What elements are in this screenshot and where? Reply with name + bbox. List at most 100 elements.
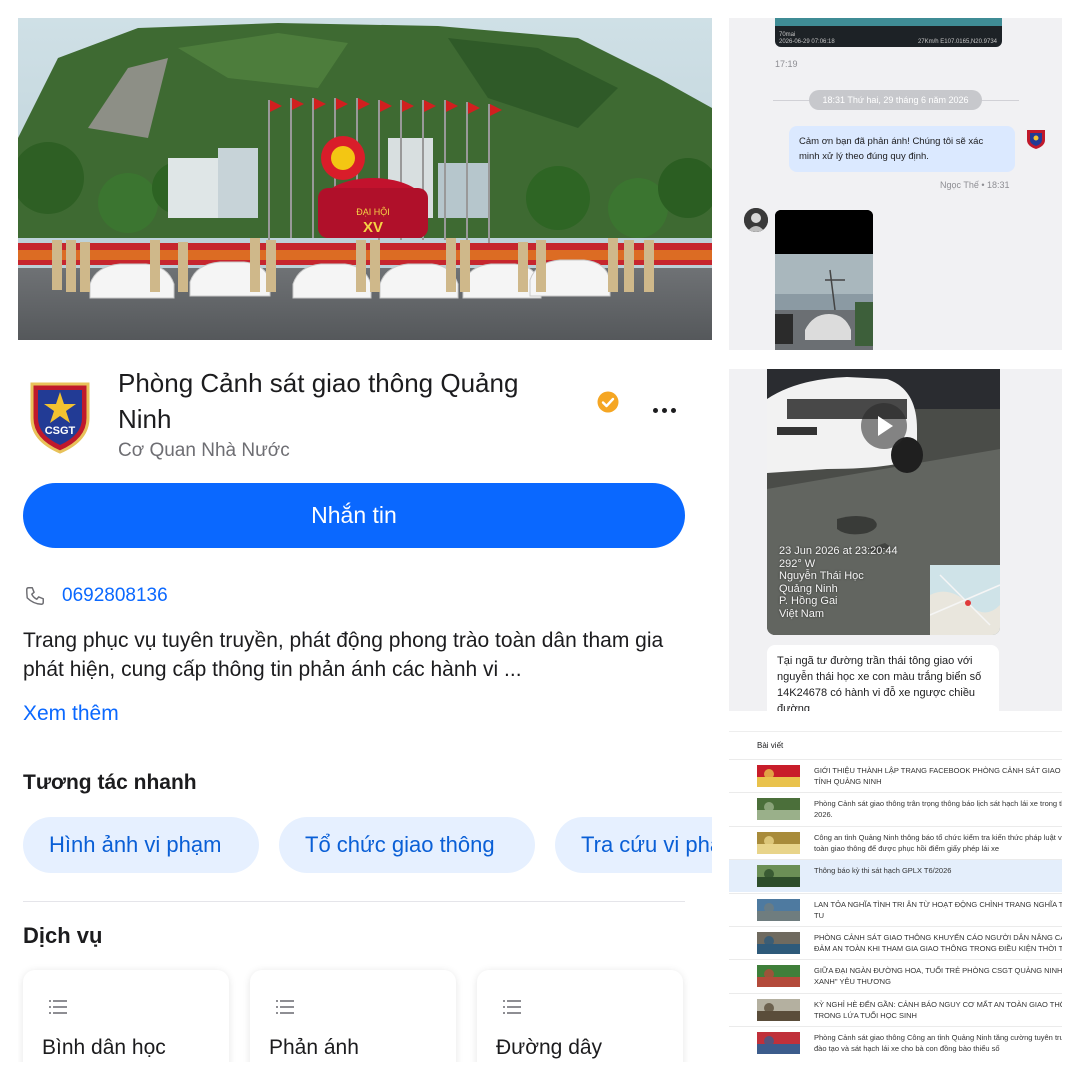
cover-photo: ĐẠI HỘI XV	[18, 18, 712, 340]
geo-stamp: 23 Jun 2026 at 23:20:44 292° W Nguyễn Th…	[779, 545, 898, 620]
services-title: Dịch vụ	[23, 923, 103, 948]
post-title-line1: Phòng Cảnh sát giao thông Công an tỉnh Q…	[814, 1033, 1062, 1043]
cover-banner-line2: XV	[363, 219, 383, 236]
report-message[interactable]: Tại ngã tư đường trần thái tông giao với…	[767, 645, 999, 711]
quick-actions-title: Tương tác nhanh	[23, 771, 197, 794]
post-title: LAN TỎA NGHĨA TÌNH TRI ÂN TỪ HOẠT ĐỘNG C…	[814, 899, 1062, 921]
play-icon[interactable]	[861, 403, 907, 449]
quick-action-traffic-organization[interactable]: Tổ chức giao thông	[279, 817, 535, 873]
post-title-line2: TRONG LỨA TUỔI HỌC SINH	[814, 1010, 917, 1020]
outgoing-message[interactable]: Cảm ơn bạn đã phản ánh! Chúng tôi sẽ xác…	[789, 126, 1015, 172]
thumbnail-brand: 70mai	[779, 32, 796, 38]
post-title-line1: LAN TỎA NGHĨA TÌNH TRI ÂN TỪ HOẠT ĐỘNG C…	[814, 899, 1062, 909]
geo-line: 23 Jun 2026 at 23:20:44	[779, 545, 898, 557]
post-thumbnail	[757, 998, 800, 1021]
thumbnail-timestamp: 2026-06-29 07:06:18	[779, 39, 835, 45]
post-title-line1: Phòng Cảnh sát giao thông trân trọng thô…	[814, 799, 1062, 809]
report-video[interactable]: 23 Jun 2026 at 23:20:44 292° W Nguyễn Th…	[767, 369, 1000, 635]
profile-panel: ĐẠI HỘI XV CSGT Phòng Cảnh sát giao thôn…	[18, 18, 712, 1062]
post-title-line1: Công an tỉnh Quảng Ninh thông báo tổ chứ…	[814, 832, 1062, 842]
post-item[interactable]: KỲ NGHỈ HÈ ĐẾN GẦN: CẢNH BÁO NGUY CƠ MẤT…	[729, 992, 1062, 1026]
user-avatar[interactable]	[744, 208, 768, 232]
post-thumbnail	[757, 831, 800, 854]
phone-row[interactable]: 0692808136	[24, 583, 168, 609]
see-more-link[interactable]: Xem thêm	[23, 702, 119, 726]
geo-line: 292° W	[779, 557, 816, 570]
post-item[interactable]: PHÒNG CẢNH SÁT GIAO THÔNG KHUYẾN CÁO NGƯ…	[729, 926, 1062, 959]
post-title: KỲ NGHỈ HÈ ĐẾN GẦN: CẢNH BÁO NGUY CƠ MẤT…	[814, 999, 1062, 1021]
posts-panel: Bài viết GIỚI THIỆU THÀNH LẬP TRANG FACE…	[729, 731, 1062, 1060]
list-icon	[49, 1000, 67, 1014]
post-item[interactable]: Phòng Cảnh sát giao thông Công an tỉnh Q…	[729, 1026, 1062, 1059]
post-item[interactable]: Phòng Cảnh sát giao thông trân trọng thô…	[729, 792, 1062, 825]
post-title-line2: TU	[814, 910, 824, 920]
geo-line: Nguyễn Thái Học	[779, 570, 864, 582]
post-item[interactable]: Thông báo kỳ thi sát hạch GPLX T6/2026	[729, 859, 1062, 893]
post-title-line1: Thông báo kỳ thi sát hạch GPLX T6/2026	[814, 866, 952, 876]
post-title-line2: toàn giao thông để được phục hồi điểm gi…	[814, 843, 1000, 853]
chat-panel: 70mai 2026-06-29 07:06:18 27Km/h E107.01…	[729, 18, 1062, 350]
post-title-line1: GIỚI THIỆU THÀNH LẬP TRANG FACEBOOK PHÒN…	[814, 766, 1062, 775]
posts-header: Bài viết	[757, 741, 784, 750]
post-thumbnail	[757, 898, 800, 921]
post-title-line2: ĐẢM AN TOÀN KHI THAM GIA GIAO THÔNG TRON…	[814, 944, 1062, 953]
post-title: GIỮA ĐẠI NGÀN ĐƯỜNG HOA, TUỔI TRẺ PHÒNG …	[814, 965, 1062, 987]
post-thumbnail	[757, 798, 800, 821]
service-card[interactable]: Bình dân học	[23, 970, 229, 1062]
service-label: Đường dây	[496, 1036, 603, 1059]
chat-video-thumbnail[interactable]: 70mai 2026-06-29 07:06:18 27Km/h E107.01…	[775, 18, 1002, 47]
section-divider	[23, 901, 685, 902]
date-divider: 18:31 Thứ hai, 29 tháng 6 năm 2026	[809, 90, 982, 110]
post-item[interactable]: LAN TỎA NGHĨA TÌNH TRI ÂN TỪ HOẠT ĐỘNG C…	[729, 892, 1062, 926]
incoming-video-message[interactable]	[775, 210, 873, 350]
post-title-line1: PHÒNG CẢNH SÁT GIAO THÔNG KHUYẾN CÁO NGƯ…	[814, 933, 1062, 942]
post-title: Thông báo kỳ thi sát hạch GPLX T6/2026	[814, 865, 1062, 876]
post-item[interactable]: GIỚI THIỆU THÀNH LẬP TRANG FACEBOOK PHÒN…	[729, 759, 1062, 792]
post-item[interactable]: GIỮA ĐẠI NGÀN ĐƯỜNG HOA, TUỔI TRẺ PHÒNG …	[729, 959, 1062, 992]
post-title-line1: GIỮA ĐẠI NGÀN ĐƯỜNG HOA, TUỔI TRẺ PHÒNG …	[814, 966, 1062, 976]
post-title-line2: TỈNH QUẢNG NINH	[814, 777, 882, 786]
post-thumbnail	[757, 932, 800, 954]
service-card[interactable]: Đường dây	[477, 970, 683, 1062]
message-button[interactable]: Nhắn tin	[23, 483, 685, 548]
post-thumbnail	[757, 765, 800, 787]
phone-number[interactable]: 0692808136	[62, 585, 168, 607]
message-time: 17:19	[775, 59, 798, 69]
quick-action-violation-images[interactable]: Hình ảnh vi phạm	[23, 817, 259, 873]
page-category: Cơ Quan Nhà Nước	[118, 440, 290, 461]
post-title: Phòng Cảnh sát giao thông Công an tỉnh Q…	[814, 1032, 1062, 1054]
post-title: PHÒNG CẢNH SÁT GIAO THÔNG KHUYẾN CÁO NGƯ…	[814, 932, 1062, 954]
service-label: Phản ánh	[269, 1036, 359, 1059]
oa-avatar[interactable]	[1026, 128, 1046, 150]
page-title: Phòng Cảnh sát giao thông Quảng Ninh	[118, 368, 519, 434]
post-thumbnail	[757, 1032, 800, 1055]
geo-line: Việt Nam	[779, 607, 825, 620]
page-description: Trang phục vụ tuyên truyền, phát động ph…	[23, 629, 664, 681]
page-logo[interactable]: CSGT	[28, 378, 92, 454]
service-label: Bình dân học	[42, 1036, 166, 1059]
sender-name: Ngọc Thế	[940, 180, 979, 190]
sender-time: 18:31	[987, 180, 1010, 190]
report-panel: 23 Jun 2026 at 23:20:44 292° W Nguyễn Th…	[729, 369, 1062, 711]
post-thumbnail	[757, 965, 800, 988]
post-title: GIỚI THIỆU THÀNH LẬP TRANG FACEBOOK PHÒN…	[814, 765, 1062, 787]
phone-icon	[26, 587, 44, 605]
service-card[interactable]: Phản ánh	[250, 970, 456, 1062]
post-title-line2: 2026.	[814, 810, 833, 820]
post-item[interactable]: Công an tỉnh Quảng Ninh thông báo tổ chứ…	[729, 825, 1062, 859]
quick-action-violation-lookup[interactable]: Tra cứu vi phạm	[555, 817, 712, 873]
thumbnail-coords: 27Km/h E107.0165,N20.9734	[917, 39, 997, 45]
cover-banner-line1: ĐẠI HỘI	[356, 207, 390, 217]
post-title: Phòng Cảnh sát giao thông trân trọng thô…	[814, 798, 1062, 820]
geo-line: Quảng Ninh	[779, 582, 838, 595]
list-icon	[503, 1000, 521, 1014]
message-sender-info: Ngọc Thế • 18:31	[940, 180, 1010, 190]
post-thumbnail	[757, 865, 800, 888]
post-title-line2: XANH" YÊU THƯƠNG	[814, 977, 891, 987]
post-title-line1: KỲ NGHỈ HÈ ĐẾN GẦN: CẢNH BÁO NGUY CƠ MẤT…	[814, 999, 1062, 1009]
verified-check-icon	[597, 391, 619, 413]
post-title-line2: đào tạo và sát hạch lái xe cho bà con đồ…	[814, 1044, 1000, 1054]
minimap	[929, 565, 1000, 635]
post-title: Công an tỉnh Quảng Ninh thông báo tổ chứ…	[814, 832, 1062, 854]
more-dots-icon[interactable]	[646, 396, 682, 424]
